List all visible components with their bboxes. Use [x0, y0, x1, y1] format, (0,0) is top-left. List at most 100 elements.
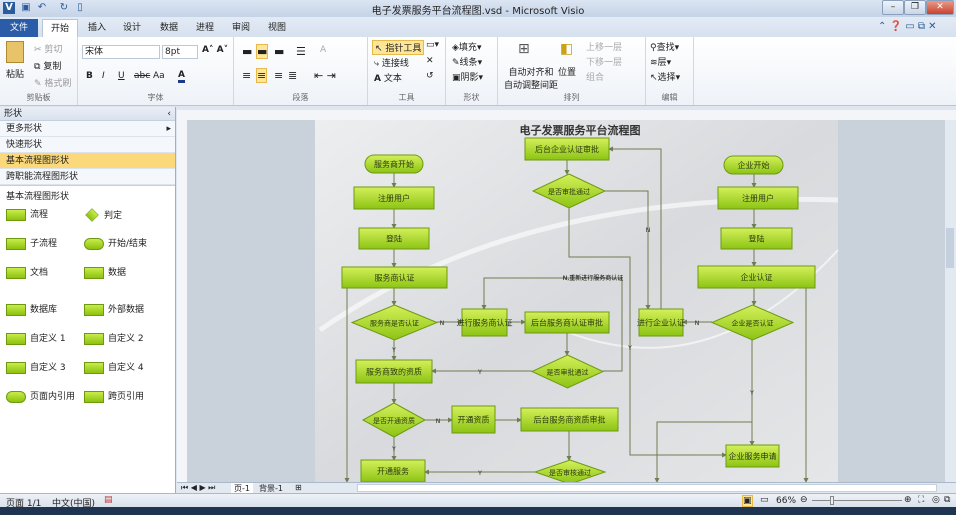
shapes-panel-header: 形状 ‹	[0, 107, 175, 121]
layers-button[interactable]: ≋层▾	[650, 55, 671, 68]
zoom-slider-thumb[interactable]	[830, 496, 834, 505]
grow-font-icon[interactable]: A˄ A˅	[202, 45, 228, 55]
position-button[interactable]: 位置	[558, 65, 576, 78]
node-label: 企业开始	[738, 160, 770, 170]
align-bottom-icon[interactable]: ▬	[274, 45, 284, 58]
tab-data[interactable]: 数据	[152, 19, 186, 37]
zoom-slider[interactable]	[812, 500, 902, 501]
shapes-cross-functional[interactable]: 跨职能流程图形状	[0, 169, 175, 185]
align-top-icon[interactable]: ▬	[242, 45, 252, 58]
shapes-more[interactable]: 更多形状 ▸	[0, 121, 175, 137]
fill-button[interactable]: ◈填充▾	[452, 40, 481, 53]
line-button[interactable]: ✎线条▾	[452, 55, 482, 68]
zoom-level[interactable]: 66%	[776, 496, 796, 506]
copy-button[interactable]: ⧉ 复制	[34, 59, 61, 72]
stencil-shape[interactable]: 流程	[6, 207, 48, 221]
tab-review[interactable]: 审阅	[224, 19, 258, 37]
insert-page-icon[interactable]: ⊞	[295, 483, 302, 492]
scissors-icon: ✂	[34, 45, 42, 55]
connector-label: Y	[391, 347, 396, 354]
stencil-shape[interactable]: 数据库	[6, 302, 57, 316]
font-size-select[interactable]: 8pt	[162, 45, 198, 59]
vertical-scrollbar[interactable]	[945, 120, 956, 482]
stencil-shape[interactable]: 外部数据	[84, 302, 144, 316]
stencil-shape[interactable]: 自定义 1	[6, 331, 66, 345]
macro-icon[interactable]: ▤	[104, 495, 113, 505]
stencil-shape[interactable]: 自定义 3	[6, 360, 66, 374]
drawing-canvas[interactable]: N Y Y N Y Y N Y N Y N,重新进行服务商认证 服务商开始 注册用户 登陆 服务商认证 服务…	[177, 110, 956, 482]
stencil-shape[interactable]: 文档	[6, 265, 48, 279]
shapes-quick[interactable]: 快速形状	[0, 137, 175, 153]
text-tool-button[interactable]: A 文本	[374, 71, 402, 84]
zoom-out-icon[interactable]: ⊖	[800, 495, 808, 505]
indent-icon[interactable]: ⇤ ⇥	[314, 69, 336, 82]
change-case-button[interactable]: Aa	[153, 71, 165, 81]
stencil-shape[interactable]: 子流程	[6, 236, 57, 250]
minimize-button[interactable]: –	[882, 0, 904, 15]
collapse-icon[interactable]: ‹	[167, 107, 175, 121]
stencil-shape[interactable]: 跨页引用	[84, 389, 144, 403]
cut-button[interactable]: ✂ 剪切	[34, 42, 62, 55]
tab-process[interactable]: 进程	[188, 19, 222, 37]
paste-icon	[6, 41, 24, 63]
align-left-icon[interactable]: ≡	[242, 69, 251, 82]
auto-align-icon: ⊞	[518, 41, 530, 57]
strikethrough-button[interactable]: abc	[134, 71, 150, 81]
format-painter-button[interactable]: ✎ 格式刷	[34, 76, 71, 89]
more-shapes-label: 更多形状	[6, 124, 43, 134]
stencil-shape[interactable]: 判定	[84, 207, 122, 223]
page-nav-icons[interactable]: ⏮ ◀ ▶ ⏭	[181, 483, 215, 493]
tab-file[interactable]: 文件	[0, 19, 38, 37]
select-button[interactable]: ↖选择▾	[650, 70, 680, 83]
font-color-button[interactable]: A	[178, 70, 185, 83]
pan-zoom-icon[interactable]: ◎	[932, 495, 940, 505]
underline-button[interactable]: U	[118, 71, 125, 81]
fit-page-icon[interactable]: ⛶	[918, 495, 924, 505]
close-x-icon[interactable]: ✕	[426, 56, 434, 66]
justify-icon[interactable]: ≣	[288, 69, 297, 82]
italic-button[interactable]: I	[102, 71, 105, 81]
zoom-in-icon[interactable]: ⊕	[904, 495, 912, 505]
align-center-icon[interactable]: ≡	[256, 68, 268, 83]
help-icon[interactable]: ⌃ ❓ ▭ ⧉ ✕	[878, 21, 937, 32]
normal-view-icon[interactable]: ▣	[742, 495, 753, 507]
auto-align-button[interactable]: 自动对齐和 自动调整间距	[504, 65, 558, 91]
horizontal-scrollbar[interactable]	[357, 484, 937, 492]
restore-button[interactable]: ❐	[904, 0, 926, 15]
tab-home[interactable]: 开始	[42, 19, 79, 37]
select-label: 选择	[657, 73, 676, 83]
switch-windows-icon[interactable]: ⧉	[944, 495, 950, 505]
font-name-select[interactable]: 宋体	[82, 45, 160, 59]
bullets-icon[interactable]: ☰	[296, 45, 306, 58]
stencil-shape-label: 自定义 3	[30, 363, 66, 373]
paste-button[interactable]: 粘贴	[6, 67, 24, 80]
find-button[interactable]: ⚲查找▾	[650, 40, 679, 53]
send-backward-button[interactable]: 下移一层	[586, 55, 622, 68]
bring-forward-button[interactable]: 上移一层	[586, 40, 622, 53]
tab-insert[interactable]: 插入	[80, 19, 114, 37]
text-direction-icon[interactable]: A	[320, 45, 326, 55]
shadow-button[interactable]: ▣阴影▾	[452, 70, 483, 83]
rectangle-icon[interactable]: ▭▾	[426, 40, 439, 50]
stencil-shape[interactable]: 页面内引用	[6, 389, 75, 403]
presentation-view-icon[interactable]: ▭	[760, 495, 769, 505]
stencil-shape[interactable]: 自定义 2	[84, 331, 144, 345]
vertical-scroll-thumb[interactable]	[946, 228, 954, 268]
pointer-tool-button[interactable]: ↖ 指针工具	[372, 40, 425, 55]
group-button[interactable]: 组合	[586, 70, 604, 83]
stencil-shape[interactable]: 自定义 4	[84, 360, 144, 374]
tab-view[interactable]: 视图	[260, 19, 294, 37]
connector-button[interactable]: ⤷ 连接线	[374, 56, 409, 69]
tab-design[interactable]: 设计	[115, 19, 149, 37]
shapes-panel: 形状 ‹ 更多形状 ▸ 快速形状 基本流程图形状 跨职能流程图形状 基本流程图形状 …	[0, 107, 176, 493]
align-right-icon[interactable]: ≡	[274, 69, 283, 82]
stencil-shape[interactable]: 开始/结束	[84, 236, 147, 250]
align-middle-icon[interactable]: ▬	[256, 44, 269, 59]
shapes-basic-flowchart[interactable]: 基本流程图形状	[0, 153, 175, 169]
bold-button[interactable]: B	[86, 71, 93, 81]
stencil-shape-icon	[84, 237, 104, 250]
stencil-shape-label: 数据库	[30, 305, 58, 315]
rotate-icon[interactable]: ↺	[426, 71, 434, 81]
close-button[interactable]: ✕	[926, 0, 954, 15]
stencil-shape[interactable]: 数据	[84, 265, 126, 279]
